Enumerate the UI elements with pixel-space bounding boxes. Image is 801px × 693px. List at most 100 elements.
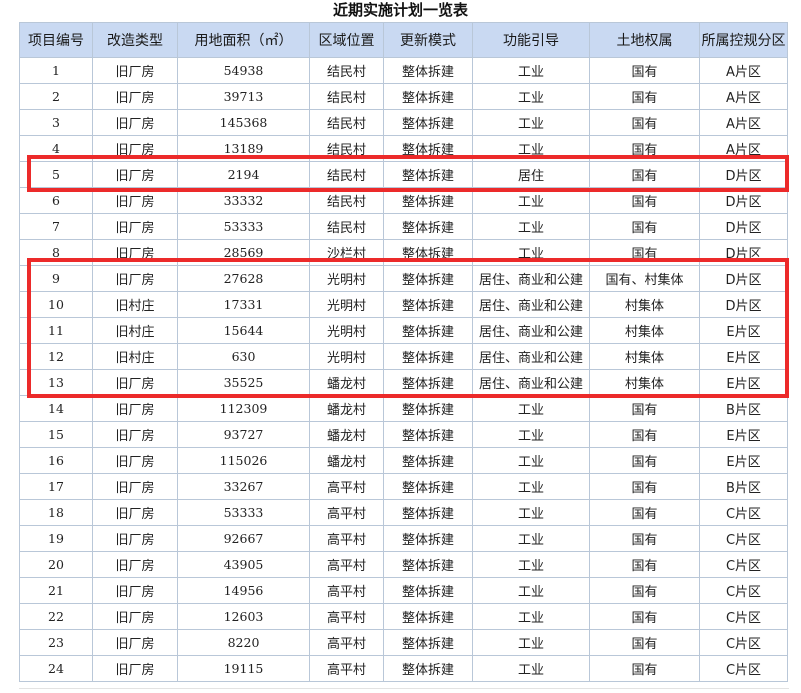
cell-col-ownership: 村集体 xyxy=(589,317,700,344)
cell-col-mode: 整体拆建 xyxy=(383,551,473,578)
cell-col-location: 高平村 xyxy=(309,577,384,604)
cell-col-location: 结民村 xyxy=(309,83,384,110)
cell-col-location: 高平村 xyxy=(309,551,384,578)
cell-col-ownership: 村集体 xyxy=(589,291,700,318)
header-col-project-id: 项目编号 xyxy=(19,22,93,58)
cell-col-function: 工业 xyxy=(472,187,590,214)
cell-col-mode: 整体拆建 xyxy=(383,395,473,422)
cell-col-area: 630 xyxy=(177,343,310,370)
cell-col-ownership: 国有 xyxy=(589,161,700,188)
cell-col-function: 工业 xyxy=(472,499,590,526)
cell-col-type: 旧厂房 xyxy=(92,473,178,500)
cell-col-mode: 整体拆建 xyxy=(383,421,473,448)
cell-col-location: 沙栏村 xyxy=(309,239,384,266)
cell-col-project-id: 16 xyxy=(19,447,93,474)
table-row: 17 旧厂房 33267 高平村 整体拆建 工业 国有 B片区 xyxy=(19,473,788,500)
cell-col-type: 旧厂房 xyxy=(92,135,178,162)
cell-col-mode: 整体拆建 xyxy=(383,603,473,630)
cell-col-project-id: 23 xyxy=(19,629,93,656)
cell-col-mode: 整体拆建 xyxy=(383,317,473,344)
cell-col-location: 高平村 xyxy=(309,603,384,630)
cell-col-function: 工业 xyxy=(472,239,590,266)
cell-col-location: 结民村 xyxy=(309,109,384,136)
cell-col-ownership: 国有 xyxy=(589,603,700,630)
table-row: 10 旧村庄 17331 光明村 整体拆建 居住、商业和公建 村集体 D片区 xyxy=(19,291,788,318)
cell-col-area: 14956 xyxy=(177,577,310,604)
cell-col-type: 旧厂房 xyxy=(92,369,178,396)
cell-col-zone: C片区 xyxy=(699,525,788,552)
cell-col-area: 12603 xyxy=(177,603,310,630)
cell-col-zone: E片区 xyxy=(699,317,788,344)
cell-col-zone: D片区 xyxy=(699,291,788,318)
cell-col-area: 27628 xyxy=(177,265,310,292)
cell-col-zone: E片区 xyxy=(699,421,788,448)
cell-col-area: 145368 xyxy=(177,109,310,136)
header-col-ownership: 土地权属 xyxy=(589,22,700,58)
cell-col-function: 居住、商业和公建 xyxy=(472,369,590,396)
cell-col-function: 居住 xyxy=(472,161,590,188)
cell-col-type: 旧厂房 xyxy=(92,525,178,552)
cell-col-area: 19115 xyxy=(177,655,310,682)
cell-col-area: 53333 xyxy=(177,213,310,240)
table-row: 16 旧厂房 115026 蟠龙村 整体拆建 工业 国有 E片区 xyxy=(19,447,788,474)
cell-col-project-id: 5 xyxy=(19,161,93,188)
cell-col-project-id: 22 xyxy=(19,603,93,630)
table-row: 13 旧厂房 35525 蟠龙村 整体拆建 居住、商业和公建 村集体 E片区 xyxy=(19,369,788,396)
cell-col-mode: 整体拆建 xyxy=(383,239,473,266)
cell-col-zone: D片区 xyxy=(699,161,788,188)
table-row: 23 旧厂房 8220 高平村 整体拆建 工业 国有 C片区 xyxy=(19,629,788,656)
table-row: 5 旧厂房 2194 结民村 整体拆建 居住 国有 D片区 xyxy=(19,161,788,188)
cell-col-zone: B片区 xyxy=(699,473,788,500)
cell-col-ownership: 国有 xyxy=(589,57,700,84)
cell-col-zone: D片区 xyxy=(699,213,788,240)
cell-col-location: 高平村 xyxy=(309,655,384,682)
cell-col-type: 旧厂房 xyxy=(92,655,178,682)
cell-col-area: 17331 xyxy=(177,291,310,318)
cell-col-ownership: 国有 xyxy=(589,499,700,526)
cell-col-ownership: 国有 xyxy=(589,213,700,240)
cell-col-type: 旧厂房 xyxy=(92,499,178,526)
cell-col-mode: 整体拆建 xyxy=(383,83,473,110)
cell-col-ownership: 国有 xyxy=(589,525,700,552)
cell-col-zone: D片区 xyxy=(699,265,788,292)
cell-col-zone: A片区 xyxy=(699,57,788,84)
cell-col-zone: C片区 xyxy=(699,577,788,604)
table-row: 4 旧厂房 13189 结民村 整体拆建 工业 国有 A片区 xyxy=(19,135,788,162)
cell-col-project-id: 7 xyxy=(19,213,93,240)
cell-col-function: 工业 xyxy=(472,109,590,136)
cell-col-project-id: 2 xyxy=(19,83,93,110)
cell-col-area: 33267 xyxy=(177,473,310,500)
cell-col-function: 工业 xyxy=(472,655,590,682)
cell-col-project-id: 21 xyxy=(19,577,93,604)
cell-col-type: 旧厂房 xyxy=(92,447,178,474)
cell-col-zone: A片区 xyxy=(699,109,788,136)
cell-col-mode: 整体拆建 xyxy=(383,499,473,526)
cell-col-function: 工业 xyxy=(472,603,590,630)
cell-col-zone: C片区 xyxy=(699,551,788,578)
table-row: 6 旧厂房 33332 结民村 整体拆建 工业 国有 D片区 xyxy=(19,187,788,214)
cell-col-zone: E片区 xyxy=(699,369,788,396)
table-row: 14 旧厂房 112309 蟠龙村 整体拆建 工业 国有 B片区 xyxy=(19,395,788,422)
cell-col-function: 工业 xyxy=(472,421,590,448)
cell-col-project-id: 11 xyxy=(19,317,93,344)
cell-col-area: 39713 xyxy=(177,83,310,110)
cell-col-project-id: 12 xyxy=(19,343,93,370)
cell-col-area: 35525 xyxy=(177,369,310,396)
cell-col-type: 旧厂房 xyxy=(92,577,178,604)
cell-col-mode: 整体拆建 xyxy=(383,57,473,84)
cell-col-type: 旧厂房 xyxy=(92,213,178,240)
table-row: 2 旧厂房 39713 结民村 整体拆建 工业 国有 A片区 xyxy=(19,83,788,110)
cell-col-area: 33332 xyxy=(177,187,310,214)
cell-col-project-id: 10 xyxy=(19,291,93,318)
cell-col-type: 旧厂房 xyxy=(92,161,178,188)
cell-col-function: 居住、商业和公建 xyxy=(472,343,590,370)
cell-col-location: 蟠龙村 xyxy=(309,447,384,474)
cell-col-ownership: 国有 xyxy=(589,239,700,266)
cell-col-type: 旧厂房 xyxy=(92,551,178,578)
cell-col-ownership: 国有 xyxy=(589,109,700,136)
table-row: 15 旧厂房 93727 蟠龙村 整体拆建 工业 国有 E片区 xyxy=(19,421,788,448)
cell-col-location: 光明村 xyxy=(309,343,384,370)
table-row: 18 旧厂房 53333 高平村 整体拆建 工业 国有 C片区 xyxy=(19,499,788,526)
cell-col-ownership: 国有 xyxy=(589,629,700,656)
cell-col-function: 工业 xyxy=(472,577,590,604)
